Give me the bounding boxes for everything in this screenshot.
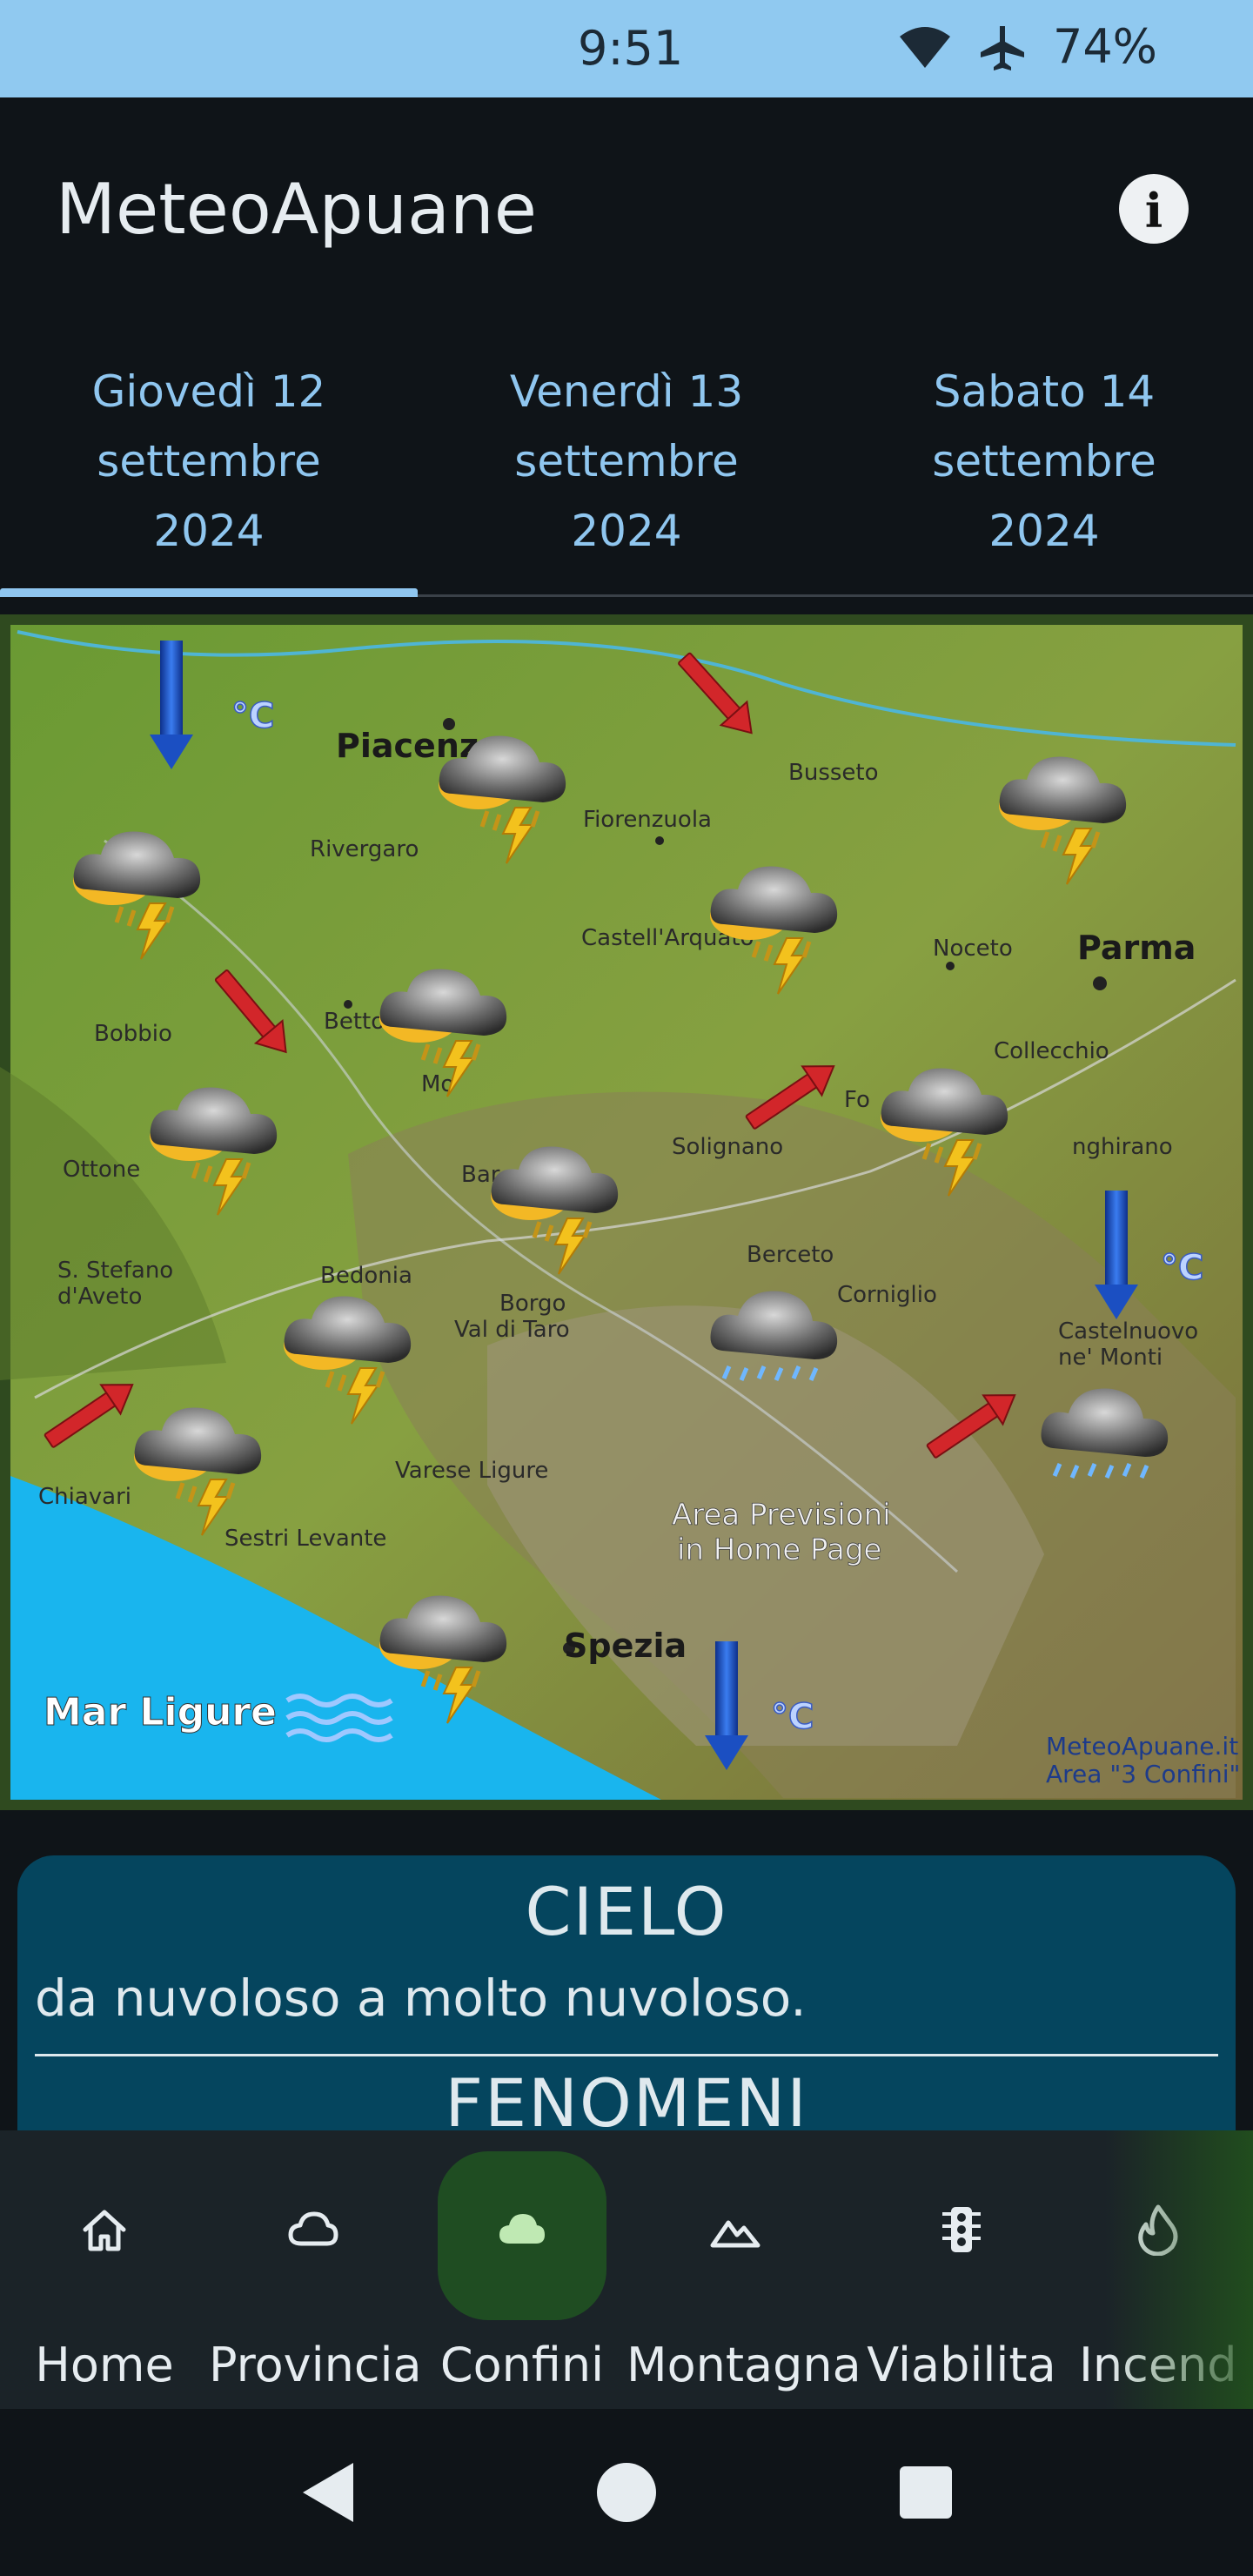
tab-day-1-year: 2024 [153, 506, 265, 556]
map-label-berceto: Berceto [747, 1242, 834, 1268]
map-label-fiorenzuola: Fiorenzuola [583, 807, 712, 833]
forecast-card: CIELO da nuvoloso a molto nuvoloso. FENO… [17, 1855, 1236, 2169]
fire-icon [1138, 2204, 1178, 2256]
mountain-icon [710, 2220, 761, 2248]
map-label-sestri: Sestri Levante [224, 1526, 386, 1552]
map-label-noceto: Noceto [933, 936, 1013, 962]
app-title: MeteoApuane [56, 169, 537, 250]
tab-day-3-month: settembre [932, 436, 1156, 486]
airplane-icon [980, 25, 1024, 70]
tab-day-2-month: settembre [514, 436, 739, 486]
nav-item-home[interactable]: Home [0, 2130, 209, 2409]
map-label-collecchio: Collecchio [994, 1038, 1109, 1064]
tab-day-2-year: 2024 [571, 506, 682, 556]
map-label-ottone: Ottone [63, 1157, 140, 1183]
app-bar: MeteoApuane [0, 97, 1253, 320]
map-label-fornovo: Fo [844, 1087, 870, 1113]
temperature-unit-label: °C [771, 1697, 814, 1737]
traffic-light-icon [942, 2207, 981, 2252]
tab-day-2[interactable]: Venerdì 13 settembre 2024 [418, 320, 835, 594]
nav-item-provincia[interactable]: Provincia [209, 2130, 422, 2409]
cloud-outline-icon [288, 2211, 338, 2246]
recents-icon[interactable] [898, 2465, 954, 2520]
nav-label-home: Home [35, 2338, 174, 2392]
date-tabs: Giovedì 12 settembre 2024 Venerdì 13 set… [0, 320, 1253, 597]
nav-label-viabilita: Viabilita [867, 2338, 1056, 2392]
map-label-borgo-2: Val di Taro [454, 1317, 570, 1343]
nav-label-incendi: Incend [1079, 2338, 1237, 2392]
map-label-chiavari: Chiavari [38, 1484, 131, 1510]
forecast-map: Piacenza Busseto Fiorenzuola Rivergaro C… [0, 614, 1253, 1810]
tab-day-1[interactable]: Giovedì 12 settembre 2024 [0, 320, 418, 597]
temperature-unit-label: °C [1161, 1248, 1203, 1288]
nav-label-confini: Confini [439, 2338, 605, 2392]
temperature-unit-label: °C [231, 696, 274, 736]
map-label-area-1: Area Previsioni [672, 1498, 891, 1533]
tab-day-3-weekday: Sabato 14 [933, 366, 1156, 417]
map-label-solignano: Solignano [672, 1134, 783, 1160]
map-label-area-2: in Home Page [677, 1533, 881, 1567]
forecast-map-image: Piacenza Busseto Fiorenzuola Rivergaro C… [0, 614, 1253, 1810]
map-credit-2: Area "3 Confini" [1046, 1760, 1240, 1788]
nav-item-incendi[interactable]: Incend [1075, 2130, 1241, 2409]
map-label-corniglio: Corniglio [837, 1282, 937, 1308]
map-label-stefano-2: d'Aveto [57, 1284, 142, 1310]
battery-percent: 74% [1052, 19, 1157, 74]
map-label-busseto: Busseto [788, 760, 879, 786]
wifi-icon [899, 26, 950, 68]
status-bar: 9:51 74% [0, 0, 1253, 97]
map-label-borgo-1: Borgo [499, 1291, 566, 1317]
screen: 9:51 74% MeteoApuane i Giovedì 12 settem… [0, 0, 1253, 2576]
status-icons: 74% [898, 19, 1157, 74]
map-label-bobbio: Bobbio [94, 1021, 172, 1047]
map-label-varese: Varese Ligure [395, 1458, 548, 1484]
nav-label-provincia: Provincia [209, 2338, 422, 2392]
info-button[interactable]: i [1119, 174, 1189, 244]
sky-heading: CIELO [525, 1873, 728, 1950]
map-label-spezia: Spezia [564, 1627, 687, 1665]
bottom-navigation: Home Provincia Confini Montagna Viabilit… [0, 2130, 1253, 2409]
info-icon: i [1144, 183, 1163, 238]
nav-item-montagna[interactable]: Montagna [626, 2130, 861, 2409]
nav-label-montagna: Montagna [626, 2338, 861, 2392]
map-label-sea: Mar Ligure [44, 1690, 277, 1734]
back-icon[interactable] [298, 2459, 358, 2526]
sky-description: da nuvoloso a molto nuvoloso. [35, 1969, 807, 2028]
nav-item-viabilita[interactable]: Viabilita [861, 2130, 1062, 2409]
tab-day-3-year: 2024 [988, 506, 1100, 556]
map-label-bettola: Betto [324, 1009, 385, 1035]
map-label-bedonia: Bedonia [320, 1263, 412, 1289]
map-credit-1: MeteoApuane.it [1046, 1732, 1238, 1761]
tab-day-2-weekday: Venerdì 13 [509, 366, 744, 417]
tab-day-3[interactable]: Sabato 14 settembre 2024 [835, 320, 1253, 594]
system-navigation-bar [0, 2409, 1253, 2576]
status-time: 9:51 [578, 21, 684, 76]
map-label-rivergaro: Rivergaro [310, 836, 419, 862]
tab-day-1-month: settembre [97, 436, 321, 486]
map-label-stefano-1: S. Stefano [57, 1258, 173, 1284]
map-label-castelnuovo-1: Castelnuovo [1058, 1318, 1198, 1345]
cloud-filled-icon [499, 2214, 545, 2244]
home-circle-icon[interactable] [595, 2461, 658, 2524]
home-icon [83, 2210, 126, 2251]
map-label-langhirano: nghirano [1072, 1134, 1173, 1160]
map-label-parma: Parma [1077, 929, 1196, 967]
nav-item-confini[interactable]: Confini [418, 2130, 626, 2409]
card-divider [35, 2054, 1218, 2056]
tab-day-1-weekday: Giovedì 12 [91, 366, 326, 417]
map-label-castelnuovo-2: ne' Monti [1058, 1345, 1163, 1371]
